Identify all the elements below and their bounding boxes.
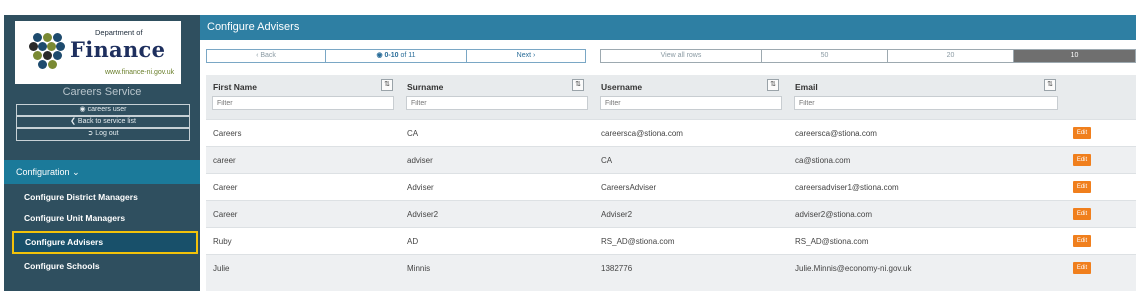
cell-username: CareersAdviser: [601, 183, 657, 192]
page-title: Configure Advisers: [200, 15, 1136, 40]
table-row: Ruby AD RS_AD@stiona.com RS_AD@stiona.co…: [206, 227, 1136, 254]
cell-email: RS_AD@stiona.com: [795, 237, 869, 246]
column-label-surname: Surname: [407, 82, 444, 92]
user-button[interactable]: ◉ careers user: [16, 104, 190, 116]
sort-icon[interactable]: ⇅: [1044, 79, 1056, 91]
cell-first-name: Ruby: [213, 237, 232, 246]
page-size-all-button[interactable]: View all rows: [601, 50, 761, 62]
department-logo[interactable]: Department of Finance www.finance-ni.gov…: [15, 21, 181, 84]
page-size-selector: View all rows 50 20 10: [600, 49, 1136, 63]
chevron-left-icon: ❮: [70, 118, 76, 125]
edit-button[interactable]: Edit: [1073, 154, 1091, 166]
page-range: 0-10: [384, 52, 399, 59]
cell-email: careersadviser1@stiona.com: [795, 183, 899, 192]
logo-finance-text: Finance: [70, 37, 166, 62]
back-to-service-list-label: Back to service list: [77, 118, 136, 125]
sidebar-item-district-managers[interactable]: Configure District Managers: [4, 186, 200, 209]
cell-surname: Minnis: [407, 264, 431, 273]
page-total: of 11: [400, 52, 416, 59]
cell-username: careersca@stiona.com: [601, 129, 683, 138]
pagination: ‹ Back ◉ 0-10 of 11 Next ›: [206, 49, 586, 63]
edit-button[interactable]: Edit: [1073, 235, 1091, 247]
page-size-50-button[interactable]: 50: [761, 50, 887, 62]
column-label-first-name: First Name: [213, 82, 257, 92]
column-header-first-name: First Name ⇅: [206, 75, 400, 119]
next-page-label: Next: [516, 52, 532, 59]
sidebar-item-unit-managers[interactable]: Configure Unit Managers: [4, 207, 200, 230]
filter-first-name-input[interactable]: [212, 96, 394, 110]
column-label-email: Email: [795, 82, 818, 92]
page-size-10-button[interactable]: 10: [1013, 50, 1135, 62]
previous-page-label: Back: [260, 52, 276, 59]
cell-first-name: career: [213, 156, 236, 165]
service-title: Careers Service: [62, 86, 142, 98]
cell-surname: Adviser2: [407, 210, 439, 219]
cell-surname: adviser: [407, 156, 433, 165]
page-size-20-button[interactable]: 20: [887, 50, 1013, 62]
sort-icon[interactable]: ⇅: [767, 79, 779, 91]
sidebar: Department of Finance www.finance-ni.gov…: [4, 15, 200, 291]
cell-username: Adviser2: [601, 210, 633, 219]
filter-username-input[interactable]: [600, 96, 782, 110]
cell-email: Julie.Minnis@economy-ni.gov.uk: [795, 264, 912, 273]
edit-button[interactable]: Edit: [1073, 208, 1091, 220]
table-row: Julie Minnis 1382776 Julie.Minnis@econom…: [206, 254, 1136, 291]
table-row: Careers CA careersca@stiona.com careersc…: [206, 119, 1136, 146]
table-row: Career Adviser CareersAdviser careersadv…: [206, 173, 1136, 200]
cell-first-name: Julie: [213, 264, 230, 273]
next-page-button[interactable]: Next ›: [467, 50, 585, 62]
logo-url-text: www.finance-ni.gov.uk: [105, 69, 175, 76]
logout-label: Log out: [95, 130, 119, 137]
logo-department-text: Department of: [95, 28, 143, 37]
cell-email: careersca@stiona.com: [795, 129, 877, 138]
edit-button[interactable]: Edit: [1073, 181, 1091, 193]
page-range-indicator: ◉ 0-10 of 11: [325, 50, 467, 62]
sidebar-item-schools[interactable]: Configure Schools: [4, 255, 200, 278]
user-button-label: careers user: [87, 106, 127, 113]
column-header-email: Email ⇅: [788, 75, 1063, 119]
cell-username: 1382776: [601, 264, 633, 273]
cell-email: adviser2@stiona.com: [795, 210, 873, 219]
sidebar-item-advisers[interactable]: Configure Advisers: [12, 231, 198, 254]
cell-email: ca@stiona.com: [795, 156, 851, 165]
cell-surname: CA: [407, 129, 419, 138]
table-row: career adviser CA ca@stiona.com Edit: [206, 146, 1136, 173]
cell-first-name: Careers: [213, 129, 242, 138]
column-header-surname: Surname ⇅: [400, 75, 594, 119]
cell-first-name: Career: [213, 183, 238, 192]
table-row: Career Adviser2 Adviser2 adviser2@stiona…: [206, 200, 1136, 227]
chevron-left-icon: ‹: [256, 52, 259, 59]
edit-button[interactable]: Edit: [1073, 127, 1091, 139]
table-header: First Name ⇅ Surname ⇅ Username ⇅ Email …: [206, 75, 1136, 119]
sort-icon[interactable]: ⇅: [381, 79, 393, 91]
eye-icon: ◉: [376, 52, 383, 59]
sort-icon[interactable]: ⇅: [572, 79, 584, 91]
column-header-username: Username ⇅: [594, 75, 788, 119]
back-to-service-list-button[interactable]: ❮ Back to service list: [16, 116, 190, 128]
chevron-down-icon: ⌄: [72, 167, 80, 177]
cell-username: RS_AD@stiona.com: [601, 237, 675, 246]
column-label-username: Username: [601, 82, 643, 92]
cell-surname: Adviser: [407, 183, 434, 192]
cell-surname: AD: [407, 237, 419, 246]
cell-first-name: Career: [213, 210, 238, 219]
cell-username: CA: [601, 156, 613, 165]
filter-email-input[interactable]: [794, 96, 1058, 110]
edit-button[interactable]: Edit: [1073, 262, 1091, 274]
finance-emblem-icon: [29, 33, 65, 69]
logout-button[interactable]: ➲ Log out: [16, 128, 190, 141]
previous-page-button[interactable]: ‹ Back: [207, 50, 325, 62]
logout-icon: ➲: [87, 130, 94, 137]
chevron-right-icon: ›: [533, 52, 536, 59]
user-icon: ◉: [79, 106, 86, 113]
filter-surname-input[interactable]: [406, 96, 588, 110]
configuration-menu-toggle[interactable]: Configuration ⌄: [4, 160, 200, 184]
configuration-label: Configuration: [16, 167, 70, 177]
